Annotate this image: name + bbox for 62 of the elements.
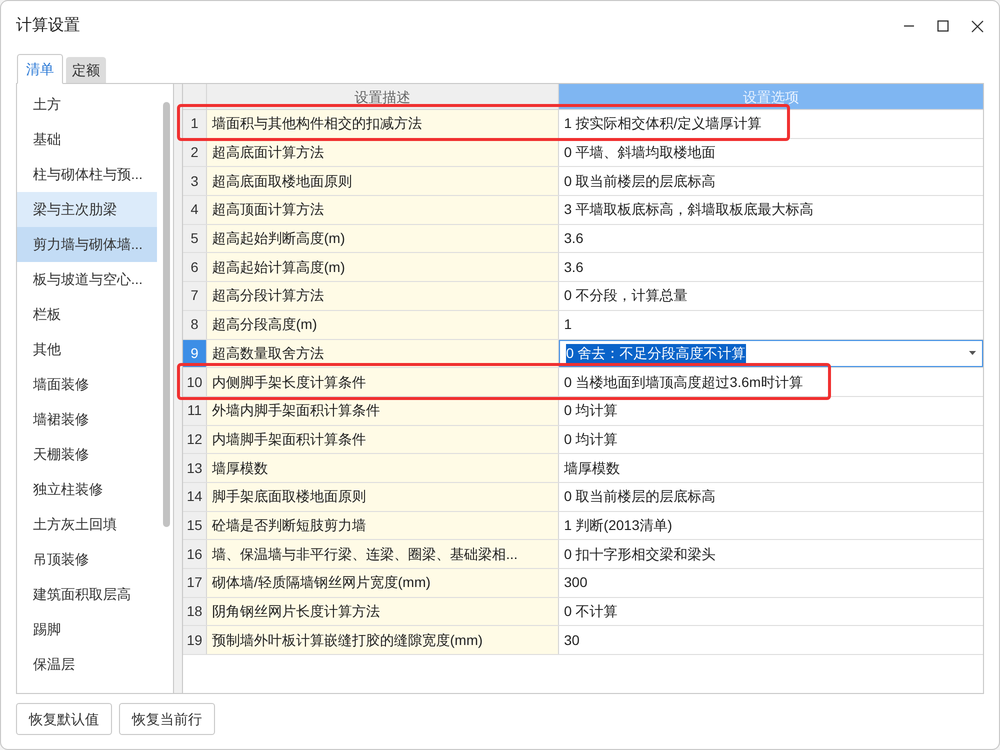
table-cell: 超高起始计算高度(m) xyxy=(207,253,559,282)
table-cell: 砌体墙/轻质隔墙钢丝网片宽度(mm) xyxy=(207,569,559,597)
table-cell-text: 1 判断(2013清单) xyxy=(564,516,672,535)
row-number[interactable]: 1 xyxy=(183,110,207,138)
scrollbar-thumb[interactable] xyxy=(163,102,170,527)
row-number[interactable]: 12 xyxy=(183,426,207,454)
table-cell: 墙、保温墙与非平行梁、连梁、圈梁、基础梁相... xyxy=(207,540,559,568)
table-cell-text: 30 xyxy=(564,630,580,650)
table-cell-text: 0 不计算 xyxy=(564,602,618,622)
action-button[interactable]: 恢复当前行 xyxy=(119,703,215,735)
row-number[interactable]: 6 xyxy=(183,253,207,282)
table-cell-text: 0 平墙、斜墙均取楼地面 xyxy=(564,143,716,162)
table-cell-text: 300 xyxy=(564,573,588,592)
table-cell: 预制墙外叶板计算嵌缝打胶的缝隙宽度(mm) xyxy=(207,626,559,654)
table-cell-text: 0 均计算 xyxy=(564,430,618,449)
action-button[interactable]: 恢复默认值 xyxy=(16,703,112,735)
row-number[interactable]: 7 xyxy=(183,282,207,310)
splitter-bar[interactable] xyxy=(174,84,183,693)
tab[interactable]: 定额 xyxy=(66,57,106,83)
row-number[interactable]: 15 xyxy=(183,512,207,540)
table-cell-text: 3.6 xyxy=(564,229,584,248)
table-cell-text: 3 平墙取板底标高，斜墙取板底最大标高 xyxy=(564,200,814,220)
table-cell: 脚手架底面取楼地面原则 xyxy=(207,482,559,511)
table-cell-text: 3.6 xyxy=(564,258,584,277)
table-cell-text: 0 均计算 xyxy=(564,401,618,420)
table-cell-text: 墙厚模数 xyxy=(564,458,620,478)
row-number[interactable]: 14 xyxy=(183,482,207,511)
row-number[interactable]: 17 xyxy=(183,569,207,597)
table-cell: 超高分段高度(m) xyxy=(207,310,559,338)
table-cell: 墙面积与其他构件相交的扣减方法 xyxy=(207,110,559,138)
row-number[interactable]: 4 xyxy=(183,196,207,224)
row-number[interactable]: 10 xyxy=(183,368,207,396)
table-cell: 1 按实际相交体积/定义墙厚计算 xyxy=(564,113,762,134)
sidebar-item[interactable]: 梁与主次肋梁 xyxy=(17,192,157,227)
table-cell-text: 0 取当前楼层的层底标高 xyxy=(564,172,716,191)
row-number[interactable]: 5 xyxy=(183,224,207,252)
row-number[interactable]: 13 xyxy=(183,454,207,482)
caret-icon[interactable] xyxy=(969,351,976,356)
sidebar-item[interactable]: 剪力墙与砌体墙... xyxy=(17,227,157,262)
table-cell: 超高起始判断高度(m) xyxy=(207,224,559,252)
table-cell-text: 0 不分段，计算总量 xyxy=(564,286,688,306)
table-cell: 超高分段计算方法 xyxy=(207,282,559,310)
table-cell: 0 当楼地面到墙顶高度超过3.6m时计算 xyxy=(564,372,803,393)
table-cell-text: 0 扣十字形相交梁和梁头 xyxy=(564,544,716,564)
table-cell: 超高顶面计算方法 xyxy=(207,196,559,224)
window-title: 计算设置 xyxy=(16,16,80,36)
table-cell: 内墙脚手架面积计算条件 xyxy=(207,426,559,454)
table-cell: 砼墙是否判断短肢剪力墙 xyxy=(207,512,559,540)
row-number[interactable]: 8 xyxy=(183,310,207,338)
table-cell: 内侧脚手架长度计算条件 xyxy=(207,368,559,396)
row-number[interactable]: 3 xyxy=(183,167,207,196)
tab[interactable]: 清单 xyxy=(17,54,63,84)
table-cell: 墙厚模数 xyxy=(207,454,559,482)
maximize-icon[interactable] xyxy=(937,20,949,32)
row-number[interactable]: 19 xyxy=(183,626,207,654)
close-icon[interactable] xyxy=(971,20,984,32)
table-cell-text: 0 取当前楼层的层底标高 xyxy=(564,487,716,506)
table-cell: 超高底面取楼地面原则 xyxy=(207,167,559,196)
row-number[interactable]: 18 xyxy=(183,598,207,626)
row-number[interactable]: 16 xyxy=(183,540,207,568)
table-cell-text: 1 xyxy=(564,315,572,334)
table-cell: 阴角钢丝网片长度计算方法 xyxy=(207,598,559,626)
